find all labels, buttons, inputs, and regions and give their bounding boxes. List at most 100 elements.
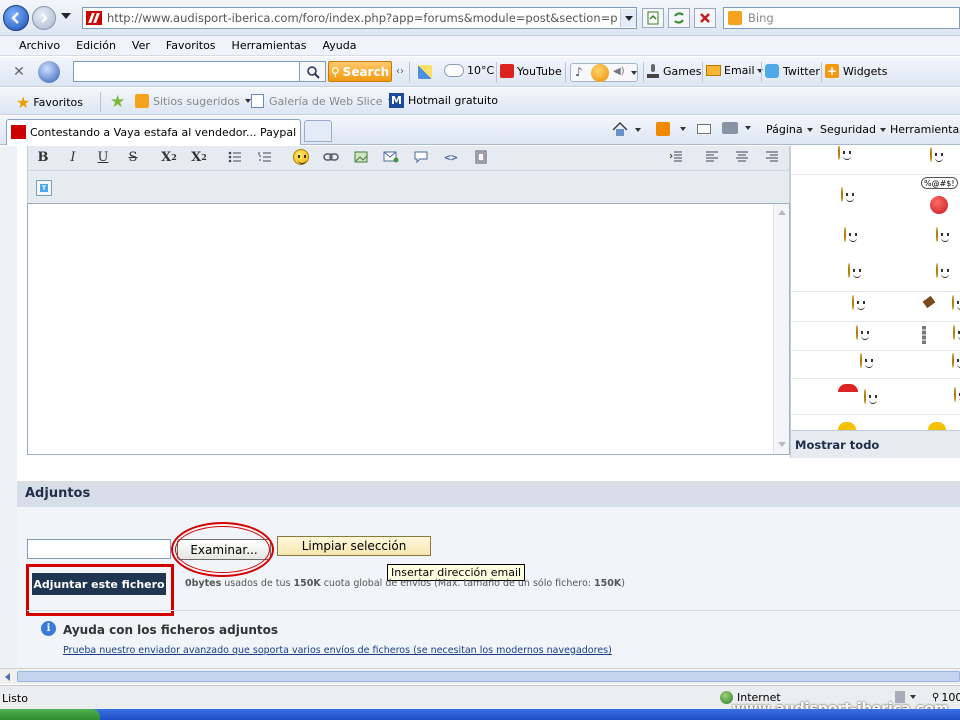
highlight-ellipse-inner bbox=[175, 526, 270, 573]
email-insert-button[interactable] bbox=[380, 147, 402, 167]
horizontal-scrollbar[interactable] bbox=[0, 668, 960, 684]
emoticon-santa-icon[interactable] bbox=[864, 389, 866, 404]
menu-ayuda[interactable]: Ayuda bbox=[322, 39, 356, 55]
advanced-uploader-link[interactable]: Prueba nuestro enviador avanzado que sop… bbox=[63, 645, 612, 656]
address-dropdown-button[interactable] bbox=[620, 9, 636, 27]
new-tab-button[interactable] bbox=[304, 120, 332, 142]
clear-selection-button[interactable]: Limpiar selección bbox=[277, 536, 431, 556]
favorites-button[interactable]: ★ Favoritos bbox=[16, 93, 83, 112]
emoticon-blink-icon[interactable] bbox=[860, 353, 862, 368]
star-icon: ★ bbox=[16, 93, 31, 112]
toolbar-search-options[interactable] bbox=[300, 61, 326, 82]
image-button[interactable] bbox=[350, 147, 372, 167]
add-favorite-icon[interactable]: ★ bbox=[110, 92, 125, 112]
align-left-button[interactable] bbox=[701, 147, 723, 167]
history-dropdown-icon[interactable] bbox=[61, 13, 71, 19]
print-button[interactable] bbox=[722, 122, 751, 134]
menu-herramientas[interactable]: Herramientas bbox=[232, 39, 307, 55]
scroll-left-arrow-icon[interactable] bbox=[5, 673, 10, 681]
menu-edicion[interactable]: Edición bbox=[76, 39, 116, 55]
games-button[interactable]: Games bbox=[647, 64, 701, 78]
compat-view-button[interactable] bbox=[642, 8, 664, 28]
emoticon-button[interactable] bbox=[290, 147, 312, 167]
back-button[interactable] bbox=[3, 5, 29, 31]
emoticon-lips-icon[interactable] bbox=[838, 146, 840, 160]
menu-ver[interactable]: Ver bbox=[132, 39, 150, 55]
emoticon-police-icon[interactable] bbox=[930, 147, 932, 162]
attach-file-button[interactable]: Adjuntar este fichero bbox=[32, 573, 166, 595]
play-icon[interactable] bbox=[591, 64, 609, 82]
forward-button[interactable] bbox=[32, 6, 56, 30]
numbered-list-button[interactable] bbox=[254, 147, 276, 167]
read-mail-icon[interactable] bbox=[697, 124, 711, 134]
indent-button[interactable] bbox=[665, 147, 687, 167]
emoticon-wall-icon[interactable] bbox=[953, 325, 955, 340]
emoticon-wave-icon[interactable] bbox=[936, 263, 938, 278]
weather-widget[interactable]: 10°C bbox=[444, 64, 494, 77]
toolbar-chevron-icon[interactable]: ‹› bbox=[396, 66, 404, 77]
menu-favoritos[interactable]: Favoritos bbox=[166, 39, 216, 55]
volume-icon[interactable]: ◀) bbox=[613, 66, 625, 77]
subscript-button[interactable]: X2 bbox=[158, 147, 180, 167]
emoticon-glasses-icon[interactable] bbox=[844, 227, 846, 242]
emoticon-shocked-icon[interactable] bbox=[936, 227, 938, 242]
toolbar-close-icon[interactable]: ✕ bbox=[10, 63, 28, 81]
post-textarea[interactable] bbox=[27, 203, 790, 455]
code-button[interactable]: <> bbox=[440, 147, 462, 167]
file-path-input[interactable] bbox=[27, 539, 171, 559]
emoticon-dry-icon[interactable] bbox=[852, 295, 854, 310]
chevron-down-icon bbox=[624, 15, 633, 21]
emoticon-hammer-icon[interactable] bbox=[952, 295, 954, 310]
link-button[interactable] bbox=[320, 147, 342, 167]
safety-menu[interactable]: Seguridad bbox=[820, 123, 886, 136]
emoticon-angel-icon[interactable] bbox=[848, 263, 850, 278]
bold-button[interactable]: B bbox=[32, 147, 54, 167]
emoticon-smile-icon[interactable] bbox=[952, 353, 954, 368]
scroll-up-arrow-icon[interactable] bbox=[778, 210, 786, 215]
menu-archivo[interactable]: Archivo bbox=[19, 39, 60, 55]
underline-button[interactable]: U bbox=[92, 147, 114, 167]
italic-button[interactable]: I bbox=[62, 147, 84, 167]
emoticon-swear-icon[interactable] bbox=[930, 196, 948, 214]
smiley-icon bbox=[293, 149, 309, 165]
feeds-button[interactable] bbox=[656, 122, 686, 136]
active-tab[interactable]: Contestando a Vaya estafa al vendedor...… bbox=[6, 119, 301, 145]
align-center-button[interactable] bbox=[731, 147, 753, 167]
refresh-button[interactable] bbox=[668, 8, 690, 28]
highlight-button[interactable] bbox=[414, 62, 436, 82]
superscript-button[interactable]: X2 bbox=[188, 147, 210, 167]
editor-toolbar: B I U S X2 X2 <> bbox=[27, 146, 791, 203]
stop-button[interactable] bbox=[694, 8, 716, 28]
toggle-editor-button[interactable] bbox=[36, 180, 52, 196]
media-player-widget[interactable]: ♪ ◀) bbox=[570, 63, 638, 82]
scroll-down-arrow-icon[interactable] bbox=[778, 442, 786, 447]
back-arrow-icon bbox=[11, 12, 19, 24]
widgets-button[interactable]: + Widgets bbox=[825, 64, 887, 78]
bing-search-field[interactable]: Bing bbox=[723, 7, 960, 29]
hotmail-link[interactable]: M Hotmail gratuito bbox=[389, 93, 498, 108]
bullet-list-button[interactable] bbox=[224, 147, 246, 167]
toolbar-search-button[interactable]: ⚲ Search bbox=[328, 61, 392, 82]
tools-menu[interactable]: Herramientas bbox=[890, 123, 960, 136]
emoticon-nerd-icon[interactable] bbox=[856, 325, 858, 340]
start-button[interactable] bbox=[0, 709, 100, 720]
page-menu[interactable]: Página bbox=[766, 123, 813, 136]
strikethrough-button[interactable]: S bbox=[122, 147, 144, 167]
address-field[interactable]: http://www.audisport-iberica.com/foro/in… bbox=[82, 7, 637, 29]
media-button[interactable] bbox=[470, 147, 492, 167]
web-slice-gallery[interactable]: Galería de Web Slice bbox=[251, 94, 394, 108]
youtube-button[interactable]: YouTube bbox=[500, 64, 562, 78]
align-right-button[interactable] bbox=[761, 147, 783, 167]
textarea-scrollbar[interactable] bbox=[773, 204, 789, 454]
toolbar-search-input[interactable] bbox=[73, 61, 300, 82]
twitter-button[interactable]: Twitter bbox=[765, 64, 820, 78]
show-all-emoticons-link[interactable]: Mostrar todo bbox=[795, 438, 879, 452]
emoticon-cheer-icon[interactable] bbox=[954, 387, 956, 402]
chevron-down-icon[interactable] bbox=[631, 71, 637, 75]
scroll-thumb[interactable] bbox=[17, 671, 960, 682]
emoticon-mellow-icon[interactable] bbox=[841, 187, 843, 202]
quote-button[interactable] bbox=[410, 147, 432, 167]
home-button[interactable] bbox=[612, 122, 641, 137]
email-button[interactable]: Email bbox=[706, 64, 763, 77]
suggested-sites[interactable]: Sitios sugeridos bbox=[135, 94, 251, 108]
